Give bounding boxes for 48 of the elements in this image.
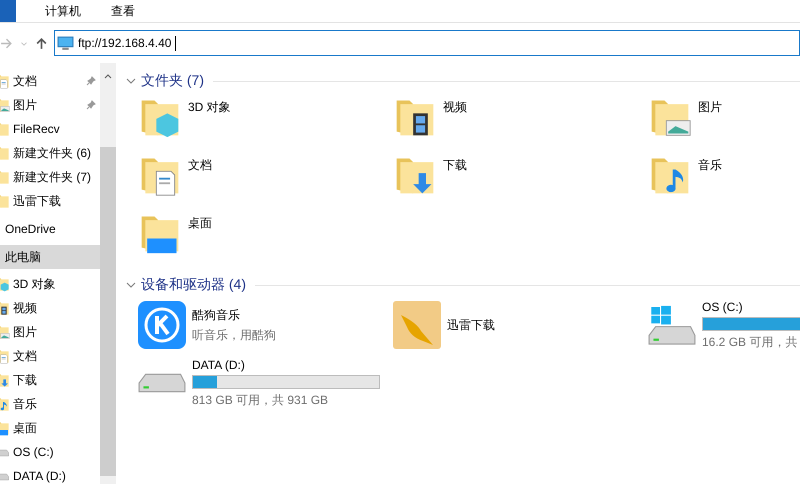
folder-tile[interactable]: 视频 — [393, 93, 648, 151]
sidebar-item[interactable]: 新建文件夹 (7) — [0, 165, 100, 189]
forward-arrow-icon[interactable] — [0, 36, 13, 50]
sidebar-item[interactable]: 音乐 — [0, 392, 100, 416]
chevron-down-icon[interactable] — [126, 280, 136, 290]
sidebar-item[interactable]: 此电脑 — [0, 245, 100, 269]
sidebar-item[interactable]: 3D 对象 — [0, 272, 100, 296]
sidebar-item[interactable]: 文档 — [0, 344, 100, 368]
capacity-text: 16.2 GB 可用，共 — [702, 334, 798, 350]
section-title[interactable]: 文件夹 (7) — [141, 72, 204, 90]
folder-tile[interactable]: 3D 对象 — [138, 93, 393, 151]
sidebar-item[interactable]: OS (C:) — [0, 440, 100, 464]
sidebar-item[interactable]: 图片 — [0, 320, 100, 344]
folder-tile[interactable]: 文档 — [138, 151, 393, 209]
sidebar-item[interactable]: 桌面 — [0, 416, 100, 440]
ribbon-tab[interactable]: 查看 — [96, 0, 150, 22]
sidebar-item[interactable]: OneDrive — [0, 217, 100, 241]
sidebar-item[interactable]: 下载 — [0, 368, 100, 392]
device-tile[interactable]: DATA (D:) 813 GB 可用，共 931 GB — [138, 355, 393, 411]
device-tile[interactable]: 迅雷下载 — [393, 297, 648, 353]
section-title[interactable]: 设备和驱动器 (4) — [141, 276, 246, 294]
folder-tile[interactable]: 下载 — [393, 151, 648, 209]
monitor-icon — [57, 36, 74, 50]
folder-tile[interactable]: 桌面 — [138, 209, 393, 267]
scroll-thumb[interactable] — [100, 147, 116, 476]
sidebar-item[interactable]: 迅雷下载 — [0, 189, 100, 213]
address-field[interactable]: ftp://192.168.4.40 — [54, 30, 800, 56]
sidebar-item[interactable]: 新建文件夹 (6) — [0, 141, 100, 165]
sidebar-item[interactable]: 文档 — [0, 69, 100, 93]
drive-icon — [138, 373, 186, 393]
up-arrow-icon[interactable] — [35, 36, 48, 50]
pin-icon[interactable] — [86, 76, 96, 86]
sidebar-item[interactable]: FileRecv — [0, 117, 100, 141]
ribbon-tab[interactable]: 计算机 — [30, 0, 96, 22]
folder-tile[interactable]: 音乐 — [648, 151, 800, 209]
folder-tile[interactable]: 图片 — [648, 93, 800, 151]
scroll-up-icon[interactable] — [103, 73, 113, 79]
k-logo-icon — [138, 301, 186, 349]
sidebar-item[interactable]: 图片 — [0, 93, 100, 117]
capacity-text: 813 GB 可用，共 931 GB — [192, 392, 330, 408]
sidebar-item[interactable]: 视频 — [0, 296, 100, 320]
chevron-down-icon[interactable] — [126, 76, 136, 86]
sidebar-item[interactable]: DATA (D:) — [0, 464, 100, 484]
device-tile[interactable]: 酷狗音乐 听音乐，用酷狗 — [138, 297, 393, 353]
pin-icon[interactable] — [86, 100, 96, 110]
device-tile[interactable]: OS (C:) 16.2 GB 可用，共 — [648, 297, 800, 353]
scrollbar[interactable] — [100, 63, 116, 484]
device-subtitle: 听音乐，用酷狗 — [192, 326, 276, 344]
